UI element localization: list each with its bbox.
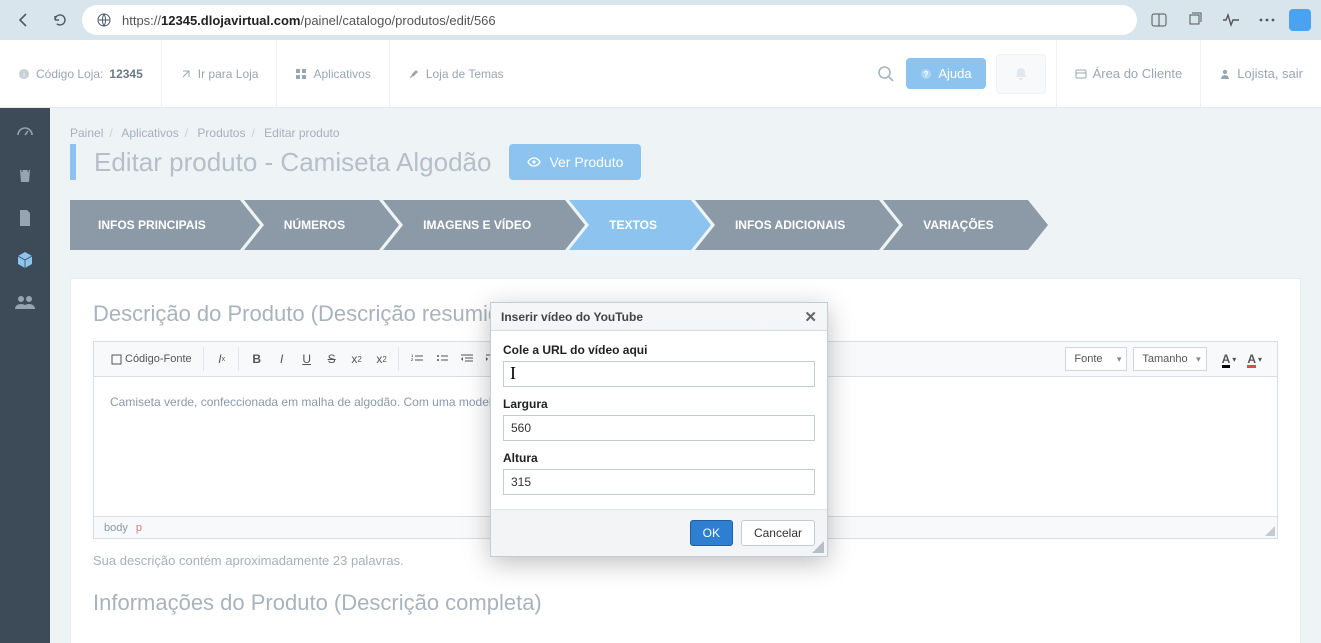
side-rail bbox=[0, 108, 50, 643]
step-variacoes[interactable]: VARIAÇÕES bbox=[883, 200, 1027, 250]
wizard-steps: INFOS PRINCIPAIS NÚMEROS IMAGENS E VÍDEO… bbox=[70, 200, 1301, 250]
step-numeros[interactable]: NÚMEROS bbox=[244, 200, 379, 250]
youtube-url-input[interactable] bbox=[503, 361, 815, 387]
apps-link[interactable]: Aplicativos bbox=[277, 40, 389, 107]
svg-text:2: 2 bbox=[411, 357, 414, 362]
globe-icon bbox=[96, 12, 112, 28]
rail-files[interactable] bbox=[15, 208, 35, 228]
clear-format-button[interactable]: Ix bbox=[210, 347, 234, 371]
modal-resize-grip[interactable] bbox=[812, 541, 824, 553]
search-icon bbox=[877, 65, 895, 83]
italic-button[interactable]: I bbox=[270, 347, 294, 371]
bg-color-button[interactable]: A bbox=[1242, 347, 1267, 371]
crumb-apps[interactable]: Aplicativos bbox=[121, 126, 178, 140]
underline-button[interactable]: U bbox=[295, 347, 319, 371]
youtube-modal: Inserir vídeo do YouTube ✕ Cole a URL do… bbox=[490, 302, 828, 557]
card-icon bbox=[1075, 68, 1087, 80]
list-ol-icon: 12 bbox=[411, 353, 423, 365]
url-label: Cole a URL do vídeo aqui bbox=[503, 343, 815, 357]
height-label: Altura bbox=[503, 451, 815, 465]
size-select[interactable]: Tamanho bbox=[1133, 347, 1206, 371]
outdent-icon bbox=[461, 354, 473, 364]
logout-link[interactable]: Lojista, sair bbox=[1200, 40, 1321, 107]
title-accent bbox=[70, 144, 76, 180]
strike-button[interactable]: S bbox=[320, 347, 344, 371]
code-icon bbox=[111, 354, 122, 365]
app-topbar: i Código Loja: 12345 Ir para Loja Aplica… bbox=[0, 40, 1321, 108]
crumb-current: Editar produto bbox=[264, 126, 339, 140]
view-product-button[interactable]: Ver Produto bbox=[509, 144, 641, 180]
split-icon[interactable] bbox=[1145, 6, 1173, 34]
page-title: Editar produto - Camiseta Algodão bbox=[94, 147, 491, 178]
rail-products[interactable] bbox=[15, 250, 35, 270]
bell-icon bbox=[1013, 66, 1029, 82]
heartbeat-icon[interactable] bbox=[1217, 6, 1245, 34]
crumb-products[interactable]: Produtos bbox=[197, 126, 245, 140]
back-button[interactable] bbox=[10, 6, 38, 34]
modal-title: Inserir vídeo do YouTube bbox=[501, 310, 643, 324]
bullet-list-button[interactable] bbox=[430, 347, 454, 371]
step-infos-principais[interactable]: INFOS PRINCIPAIS bbox=[70, 200, 240, 250]
width-label: Largura bbox=[503, 397, 815, 411]
brush-icon bbox=[408, 68, 420, 80]
collections-icon[interactable] bbox=[1181, 6, 1209, 34]
user-icon bbox=[1219, 68, 1231, 80]
info-icon: i bbox=[18, 68, 30, 80]
list-ul-icon bbox=[436, 353, 448, 365]
rail-customers[interactable] bbox=[15, 292, 35, 312]
source-button[interactable]: Código-Fonte bbox=[104, 347, 199, 371]
profile-icon[interactable] bbox=[1289, 9, 1311, 31]
outdent-button[interactable] bbox=[455, 347, 479, 371]
section2-title: Informações do Produto (Descrição comple… bbox=[93, 590, 1278, 616]
notifications-button[interactable] bbox=[996, 54, 1046, 94]
modal-close-button[interactable]: ✕ bbox=[804, 308, 817, 326]
step-imagens-video[interactable]: IMAGENS E VÍDEO bbox=[383, 200, 565, 250]
ok-button[interactable]: OK bbox=[690, 520, 733, 546]
grid-icon bbox=[295, 68, 307, 80]
svg-text:?: ? bbox=[924, 70, 929, 79]
go-to-store-link[interactable]: Ir para Loja bbox=[162, 40, 278, 107]
question-icon: ? bbox=[920, 68, 932, 80]
browser-toolbar: https://12345.dlojavirtual.com/painel/ca… bbox=[0, 0, 1321, 40]
cancel-button[interactable]: Cancelar bbox=[741, 520, 815, 546]
rail-dashboard[interactable] bbox=[15, 124, 35, 144]
step-textos[interactable]: TEXTOS bbox=[569, 200, 691, 250]
more-icon[interactable] bbox=[1253, 6, 1281, 34]
search-button[interactable] bbox=[866, 65, 906, 83]
url-text: https://12345.dlojavirtual.com/painel/ca… bbox=[122, 13, 496, 28]
bold-button[interactable]: B bbox=[245, 347, 269, 371]
reload-button[interactable] bbox=[46, 6, 74, 34]
svg-text:i: i bbox=[23, 70, 25, 79]
rail-orders[interactable] bbox=[15, 166, 35, 186]
crumb-painel[interactable]: Painel bbox=[70, 126, 103, 140]
height-input[interactable] bbox=[503, 469, 815, 495]
text-color-button[interactable]: A bbox=[1217, 347, 1242, 371]
numbered-list-button[interactable]: 12 bbox=[405, 347, 429, 371]
address-bar[interactable]: https://12345.dlojavirtual.com/painel/ca… bbox=[82, 5, 1137, 35]
font-select[interactable]: Fonte bbox=[1065, 347, 1127, 371]
superscript-button[interactable]: x2 bbox=[370, 347, 394, 371]
step-infos-adicionais[interactable]: INFOS ADICIONAIS bbox=[695, 200, 879, 250]
resize-grip[interactable] bbox=[1265, 526, 1275, 536]
width-input[interactable] bbox=[503, 415, 815, 441]
breadcrumb: Painel/ Aplicativos/ Produtos/ Editar pr… bbox=[70, 126, 1301, 140]
help-button[interactable]: ? Ajuda bbox=[906, 58, 985, 89]
client-area-link[interactable]: Área do Cliente bbox=[1056, 40, 1201, 107]
themes-link[interactable]: Loja de Temas bbox=[390, 40, 522, 107]
modal-header[interactable]: Inserir vídeo do YouTube ✕ bbox=[491, 303, 827, 331]
subscript-button[interactable]: x2 bbox=[345, 347, 369, 371]
store-code: i Código Loja: 12345 bbox=[0, 40, 162, 107]
external-icon bbox=[180, 68, 192, 80]
eye-icon bbox=[527, 155, 541, 169]
